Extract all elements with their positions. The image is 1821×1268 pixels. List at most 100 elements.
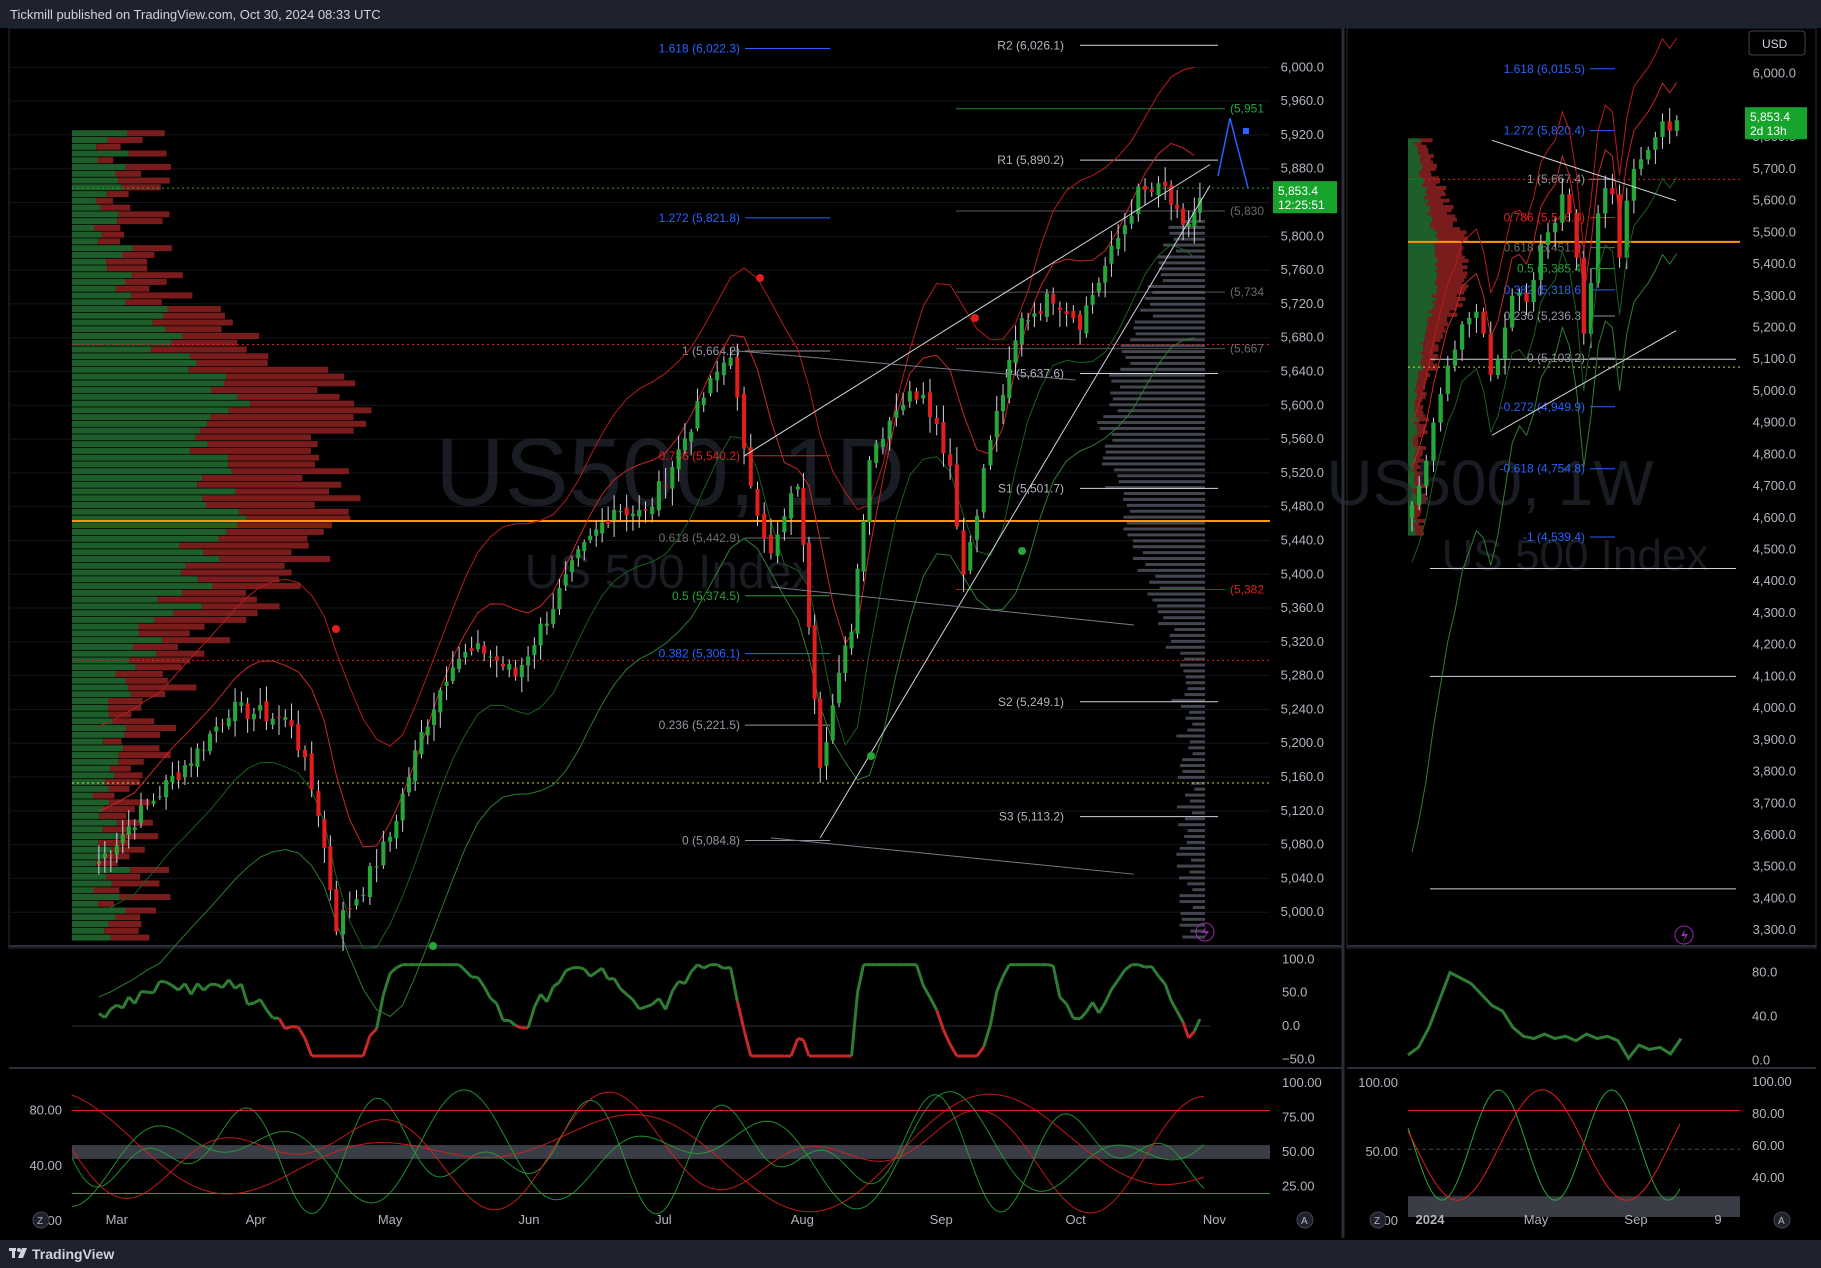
right-level-label: (5,667 [1230,342,1264,356]
candle-body [469,648,474,651]
profile-bar-sell [122,251,155,258]
price-tick: 6,000.0 [1281,59,1324,74]
candle-body [1044,293,1049,317]
candle-body [901,404,906,411]
profile-bar-buy [72,387,212,394]
candle-body [189,763,194,766]
pivot-label: S1 (5,501.7) [998,481,1064,495]
profile-bar-buy [72,191,107,198]
profile-bar-buy [72,495,203,502]
candle-body [334,889,339,932]
profile-bar-sell [237,393,340,400]
profile-bar-right [1132,545,1205,549]
candle-body [532,645,537,656]
profile-bar-right [1180,651,1205,655]
candle-body [806,542,812,628]
price-tick: 5,080.0 [1281,837,1324,852]
weekly-price-tick: 3,500.0 [1753,859,1796,874]
right-level-label: (5,951 [1230,102,1264,116]
price-tick: 5,000.0 [1281,904,1324,919]
profile-bar-sell [96,143,121,150]
weekly-fib-label: 0.5 (5,385.4) [1517,262,1585,276]
profile-bar-buy [72,164,126,171]
profile-bar-sell [206,501,315,508]
profile-bar-sell [108,704,142,711]
arrow-head [1243,128,1249,134]
profile-bar-buy [72,589,183,596]
profile-bar-right [1132,539,1205,543]
candle-body [226,717,231,727]
profile-bar-right [1117,474,1205,478]
profile-bar-right [1123,515,1205,519]
momentum-segment [577,965,585,971]
profile-bar-buy [72,238,99,245]
profile-bar-buy [72,272,133,279]
candle-body [431,709,437,726]
profile-bar-buy [72,299,126,306]
profile-bar-buy [72,799,110,806]
profile-bar-right [1186,840,1205,844]
weekly-price-tick: 5,400.0 [1753,256,1796,271]
right-level-label: (5,830 [1230,204,1264,218]
weekly-price-tick: 4,900.0 [1753,415,1796,430]
chart-canvas[interactable]: US500, 1D US 500 Index 1.618 (6,022.3) 1.… [0,28,1821,1268]
profile-bar-sell [115,914,141,921]
candle-body [782,516,787,533]
currency-button[interactable]: USD [1748,30,1806,56]
candle-body [1051,294,1056,304]
profile-bar-buy [72,251,123,258]
weekly-fib-label: 0.236 (5,236.3) [1504,309,1585,323]
profile-bar-buy [72,130,128,137]
profile-bar-right [1109,373,1205,377]
weekly-momentum-tick: 80.0 [1752,965,1777,980]
profile-bar-buy [72,427,200,434]
tradingview-logo-icon[interactable] [9,1248,29,1260]
profile-bar-buy [72,596,158,603]
currency-label: USD [1762,37,1788,51]
candle-body [618,511,623,513]
profile-bar-sell [99,812,127,819]
momentum-segment [247,1001,255,1006]
profile-bar-right [1142,551,1205,555]
profile-bar-sell [250,400,355,407]
price-tick: 5,800.0 [1281,228,1324,243]
weekly-time-tick: May [1524,1212,1549,1227]
fib-label: 0.618 (5,442.9) [659,531,740,545]
profile-bar-sell [180,569,292,576]
weekly-body [1567,194,1572,214]
signal-dot [1018,547,1026,555]
candle-body [818,698,823,769]
profile-bar-right [1123,497,1205,501]
profile-bar-buy [72,353,190,360]
profile-bar-sell [182,333,259,340]
profile-bar-sell [100,204,131,211]
profile-bar-right [1163,616,1205,620]
profile-bar-buy [72,691,131,698]
profile-bar-sell [113,772,143,779]
profile-bar-buy [72,285,116,292]
countdown-label: 12:25:51 [1278,198,1325,212]
profile-bar-buy [72,468,232,475]
profile-bar-sell [108,921,142,928]
profile-bar-sell [118,177,170,184]
candle-body [682,438,687,451]
price-tick: 5,680.0 [1281,330,1324,345]
profile-bar-right [1119,385,1205,389]
candle-body [762,513,767,539]
momentum-segment [1046,963,1054,968]
signal-dot [429,942,437,950]
candle-body [824,742,829,766]
weekly-body [1445,365,1450,395]
profile-bar-sell [98,238,121,245]
weekly-price-tick: 5,500.0 [1753,224,1796,239]
profile-bar-right [1130,361,1205,365]
candle-body [354,899,359,906]
profile-bar-sell [163,312,225,319]
bottom-bar: TradingView [0,1240,1821,1268]
profile-bar-right [1185,675,1205,679]
profile-bar-right [1127,533,1205,537]
candle-body [126,826,131,835]
candle-body [450,667,455,682]
candle-body [1038,311,1043,314]
profile-bar-buy [72,684,129,691]
